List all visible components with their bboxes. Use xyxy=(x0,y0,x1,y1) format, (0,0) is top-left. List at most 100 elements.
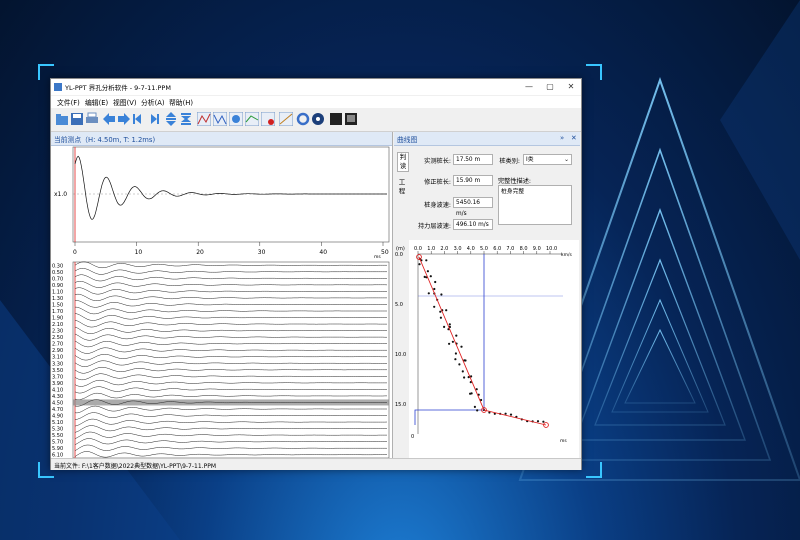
waveform-panel-header: 当前测点（H: 4.50m, T: 1.2ms) xyxy=(51,132,392,146)
plot-bottom-tick-label: 0 xyxy=(411,434,414,440)
plot-ytick-label: 5.0 xyxy=(395,302,403,308)
plot-xtick-label: 3.0 xyxy=(454,246,462,252)
scatter-point xyxy=(454,358,457,361)
scatter-point xyxy=(476,409,479,412)
scatter-point xyxy=(448,323,451,326)
depth-label: 1.50 xyxy=(52,302,63,308)
corrected-length-label: 修正桩长: xyxy=(424,179,451,186)
depth-label: 5.90 xyxy=(52,446,63,452)
depth-label: 5.10 xyxy=(52,420,63,426)
analysis-tool-4-icon[interactable] xyxy=(245,112,259,126)
print-icon[interactable] xyxy=(85,112,99,126)
depth-label: 1.10 xyxy=(52,289,63,295)
depth-label: 0.50 xyxy=(52,270,63,276)
refresh-icon[interactable] xyxy=(296,112,310,126)
scatter-point xyxy=(451,340,454,343)
chevron-down-icon: ⌄ xyxy=(564,157,569,163)
wave-xtick-label: 20 xyxy=(196,249,204,256)
window-title: YL-PPT 界孔分析软件 - 9-7-11.PPM xyxy=(65,84,171,92)
menu-analysis[interactable]: 分析(A) xyxy=(141,97,165,107)
scatter-point xyxy=(509,413,513,416)
depth-label: 0.90 xyxy=(52,283,63,289)
integrity-label: 完整性描述: xyxy=(498,178,532,185)
scatter-point xyxy=(433,305,436,308)
bearing-velocity-label: 持力层波速: xyxy=(417,223,451,230)
current-point-label: 当前测点（H: 4.50m, T: 1.2ms) xyxy=(54,136,156,144)
measured-length-label: 实测桩长: xyxy=(424,158,451,165)
menu-view[interactable]: 视图(V) xyxy=(113,97,137,107)
scatter-point xyxy=(504,412,507,415)
plot-xtick-label: 7.0 xyxy=(506,246,514,252)
pile-type-label: 桩类别: xyxy=(499,158,520,165)
pile-type-select[interactable]: I类 ⌄ xyxy=(523,154,572,165)
depth-label: 5.70 xyxy=(52,440,63,446)
plot-bottom-unit-label: ms xyxy=(560,439,567,444)
frame-corner-tr xyxy=(586,64,602,80)
tab-project[interactable]: 工程 xyxy=(397,178,407,196)
status-file-path: 当前文件: F:\1客户数据\2022典型数据\YL-PPT\9-7-11.PP… xyxy=(54,463,216,470)
scatter-point xyxy=(469,392,472,395)
open-folder-icon[interactable] xyxy=(55,112,69,126)
depth-label: 0.30 xyxy=(52,263,63,269)
maximize-button[interactable]: ▢ xyxy=(542,81,558,93)
last-icon[interactable] xyxy=(146,112,160,126)
measured-length-field[interactable]: 17.50 m xyxy=(453,154,493,165)
waveform-panel: 当前测点（H: 4.50m, T: 1.2ms) x1.0 0 10 20 30 40 50… xyxy=(51,132,393,458)
depth-label: 4.90 xyxy=(52,414,63,420)
amplitude-scale-label: x1.0 xyxy=(54,191,67,198)
scatter-point xyxy=(463,376,466,379)
title-bar: YL-PPT 界孔分析软件 - 9-7-11.PPM — ▢ ✕ xyxy=(51,79,581,95)
wave-xunit-label: ms xyxy=(374,255,381,260)
menu-bar: 文件(F) 编辑(E) 视图(V) 分析(A) 帮助(H) xyxy=(51,96,581,108)
scatter-point xyxy=(464,359,467,362)
analysis-tool-3-icon[interactable] xyxy=(229,112,243,126)
velocity-depth-plot: 0.0 1.0 2.0 3.0 4.0 5.0 6.0 7.0 8.0 9.0 10.0km/s(m… xyxy=(395,240,579,458)
arrow-right-icon[interactable] xyxy=(117,112,131,126)
scatter-point xyxy=(458,363,461,366)
bearing-velocity-field[interactable]: 496.10 m/s xyxy=(453,219,493,230)
panel-collapse-icon[interactable]: » xyxy=(560,134,564,142)
menu-file[interactable]: 文件(F) xyxy=(57,97,80,107)
plot-background xyxy=(409,240,579,458)
analysis-tool-2-icon[interactable] xyxy=(213,112,227,126)
app-window: YL-PPT 界孔分析软件 - 9-7-11.PPM — ▢ ✕ 文件(F) 编… xyxy=(50,78,582,470)
integrity-textarea[interactable]: 桩身完整 xyxy=(498,185,572,225)
corrected-length-field[interactable]: 15.90 m xyxy=(453,175,493,186)
plot-xtick-label: 2.0 xyxy=(440,246,448,252)
plot-ytick-label: 0.0 xyxy=(395,252,403,258)
save-icon[interactable] xyxy=(70,112,84,126)
scatter-point xyxy=(429,275,432,278)
analysis-tool-5-icon[interactable] xyxy=(261,112,275,126)
depth-label: 2.70 xyxy=(52,342,63,348)
minimize-button[interactable]: — xyxy=(521,81,537,93)
analysis-tool-6-icon[interactable] xyxy=(279,112,293,126)
close-button[interactable]: ✕ xyxy=(563,81,579,93)
depth-label: 1.90 xyxy=(52,316,63,322)
plot-xtick-label: 4.0 xyxy=(467,246,475,252)
plot-xtick-label: 8.0 xyxy=(520,246,528,252)
scatter-point xyxy=(536,420,540,423)
depth-label: 2.10 xyxy=(52,322,63,328)
menu-help[interactable]: 帮助(H) xyxy=(169,97,193,107)
monitor-icon[interactable] xyxy=(344,112,358,126)
compress-vertical-icon[interactable] xyxy=(179,112,193,126)
first-icon[interactable] xyxy=(132,112,146,126)
scatter-point xyxy=(455,334,458,337)
toolbar xyxy=(51,109,581,132)
pile-velocity-field[interactable]: 5450.16 m/s xyxy=(453,197,493,217)
scatter-point xyxy=(448,342,451,345)
disc-icon[interactable] xyxy=(311,112,325,126)
plot-xtick-label: 0.0 xyxy=(414,246,422,252)
tab-judge[interactable]: 判读 xyxy=(397,152,409,172)
expand-vertical-icon[interactable] xyxy=(164,112,178,126)
curve-panel-header: 曲线图 » ✕ xyxy=(394,132,580,146)
menu-edit[interactable]: 编辑(E) xyxy=(85,97,108,107)
scatter-point xyxy=(461,370,464,373)
stop-icon[interactable] xyxy=(329,112,343,126)
scatter-point xyxy=(434,280,437,284)
arrow-left-icon[interactable] xyxy=(102,112,116,126)
depth-label: 5.50 xyxy=(52,433,63,439)
analysis-tool-1-icon[interactable] xyxy=(197,112,211,126)
panel-close-icon[interactable]: ✕ xyxy=(571,134,577,142)
depth-label: 0.70 xyxy=(52,276,63,282)
